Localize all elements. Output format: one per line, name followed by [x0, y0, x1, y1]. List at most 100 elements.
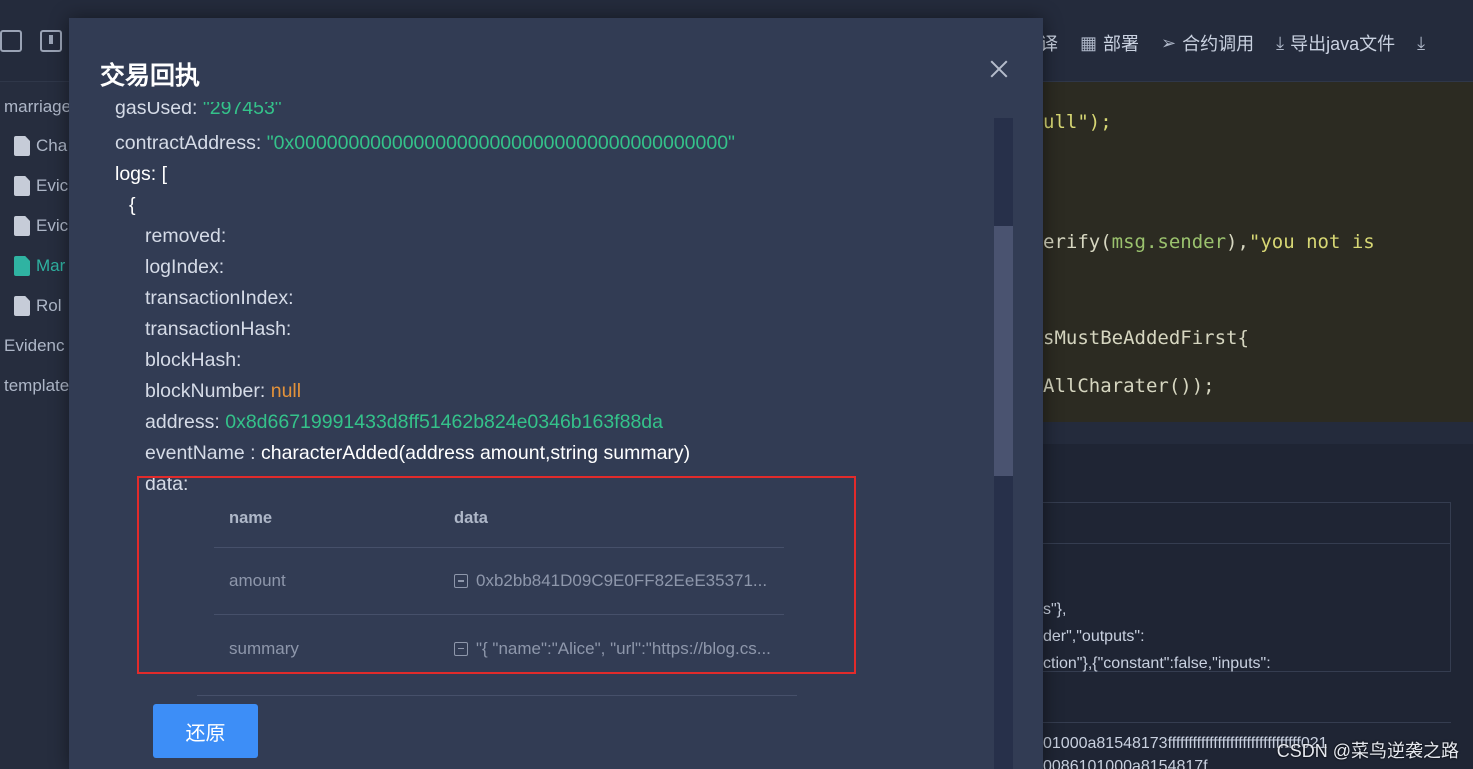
file-icon	[14, 176, 30, 196]
code-token: AllCharater());	[1043, 375, 1215, 397]
grid-icon: ▦	[1080, 32, 1098, 53]
code-line: erify(msg.sender),"you not is	[1043, 231, 1375, 253]
code-token: erify(	[1043, 231, 1112, 253]
log-block-hash: blockHash:	[145, 349, 242, 371]
code-token: sMustBeAddedFirst{	[1043, 327, 1249, 349]
sidebar-item-label: marriage	[4, 97, 70, 116]
download-icon: ⤓	[1276, 32, 1285, 53]
file-icon	[14, 136, 30, 156]
scrollbar-thumb[interactable]	[994, 226, 1013, 476]
contract-call-button-label: 合约调用	[1182, 34, 1255, 54]
action-toolbar: 译 ▦ 部署 ➢ 合约调用 ⤓ 导出java文件 ⤓	[1040, 30, 1425, 56]
table-header-data: data	[454, 509, 488, 527]
log-block-number: blockNumber: null	[145, 379, 301, 403]
table-bottom-divider	[197, 695, 797, 696]
receipt-logs: logs: [	[115, 163, 168, 185]
sidebar-folder-marriage[interactable]: marriage	[4, 92, 70, 122]
field-value: "0x0000000000000000000000000000000000000…	[266, 132, 735, 154]
field-label: eventName :	[145, 442, 261, 464]
field-value: 0x8d66719991433d8ff51462b824e0346b163f88…	[225, 411, 663, 433]
cell-value: "{ "name":"Alice", "url":"https://blog.c…	[476, 638, 771, 658]
sidebar-file-mar[interactable]: Mar	[14, 251, 65, 281]
file-icon	[14, 296, 30, 316]
sidebar-file-evic-1[interactable]: Evic	[14, 171, 68, 201]
table-cell-data: "{ "name":"Alice", "url":"https://blog.c…	[454, 615, 784, 682]
download-icon: ⤓	[1417, 32, 1426, 53]
sidebar-item-label: Rol	[36, 296, 62, 315]
field-label: gasUsed:	[115, 102, 203, 119]
export-java-button[interactable]: ⤓ 导出java文件	[1276, 30, 1395, 56]
code-token: msg.sender	[1111, 231, 1227, 253]
field-value: null	[270, 380, 302, 402]
field-label: blockNumber:	[145, 380, 271, 402]
sidebar-item-label: Mar	[36, 256, 66, 275]
code-token: ),	[1226, 231, 1249, 253]
field-label: contractAddress:	[115, 132, 267, 154]
left-toolbar-icons	[0, 30, 62, 52]
event-data-highlight: name data amount 0xb2bb841D09C9E0FF82EeE…	[137, 476, 856, 674]
receipt-scroll-area[interactable]: gasUsed: "297453" contractAddress: "0x00…	[69, 102, 1043, 769]
dialog-title: 交易回执	[100, 62, 201, 90]
output-panel-box	[1043, 502, 1451, 672]
editor-divider	[1043, 422, 1473, 444]
sidebar-file-cha[interactable]: Cha	[14, 131, 67, 161]
upload-icon[interactable]	[40, 30, 62, 52]
field-label: address:	[145, 411, 226, 433]
new-file-icon[interactable]	[0, 30, 22, 52]
log-transaction-hash: transactionHash:	[145, 318, 292, 340]
output-text: ction"},{"constant":false,"inputs":	[1043, 655, 1271, 672]
table-cell-name: amount	[229, 571, 286, 590]
sidebar-file-rol[interactable]: Rol	[14, 291, 62, 321]
copy-icon[interactable]	[454, 641, 468, 656]
code-line: AllCharater());	[1043, 375, 1215, 397]
table-header-name: name	[229, 509, 273, 527]
receipt-gas-used: gasUsed: "297453"	[115, 102, 282, 120]
field-value: characterAdded(address amount,string sum…	[260, 442, 691, 464]
watermark: CSDN @菜鸟逆袭之路	[1276, 741, 1459, 761]
close-icon[interactable]	[988, 58, 1010, 80]
sidebar-item-label: Cha	[36, 136, 68, 155]
sidebar-folder-evidence[interactable]: Evidenc	[4, 331, 64, 361]
file-icon	[14, 256, 30, 276]
sidebar-item-label: Evic	[36, 216, 69, 235]
code-token: "you not is	[1248, 231, 1375, 253]
sidebar-item-label: Evic	[36, 176, 69, 195]
table-cell-name: summary	[229, 638, 299, 658]
log-open-brace: {	[129, 194, 136, 216]
deploy-button-label: 部署	[1103, 34, 1140, 54]
code-token: ull");	[1043, 111, 1112, 133]
send-icon: ➢	[1161, 32, 1177, 53]
file-icon	[14, 216, 30, 236]
copy-icon[interactable]	[454, 574, 468, 588]
more-download-button[interactable]: ⤓	[1417, 33, 1425, 54]
divider	[1043, 722, 1451, 723]
sidebar-file-evic-2[interactable]: Evic	[14, 211, 68, 241]
receipt-contract-address: contractAddress: "0x00000000000000000000…	[115, 131, 735, 155]
transaction-receipt-dialog: 交易回执 gasUsed: "297453" contractAddress: …	[69, 18, 1043, 769]
table-header-row: name data	[214, 490, 784, 548]
output-panel: s"}, der","outputs": ction"},{"constant"…	[1043, 444, 1473, 769]
contract-call-button[interactable]: ➢ 合约调用	[1161, 30, 1254, 56]
table-row: summary "{ "name":"Alice", "url":"https:…	[214, 615, 784, 682]
table-row: amount 0xb2bb841D09C9E0FF82EeE35371...	[214, 548, 784, 615]
output-text: s"},	[1043, 601, 1067, 618]
field-value: "297453"	[202, 102, 282, 119]
log-event-name: eventName : characterAdded(address amoun…	[145, 441, 690, 465]
file-tree-sidebar: marriage Cha Evic Evic Mar Rol Evidenc t…	[0, 82, 70, 769]
code-line: ull");	[1043, 111, 1112, 133]
code-editor[interactable]: ull"); erify(msg.sender),"you not is sMu…	[1043, 82, 1473, 422]
log-log-index: logIndex:	[145, 256, 225, 278]
table-cell-data: 0xb2bb841D09C9E0FF82EeE35371...	[454, 548, 784, 614]
sidebar-item-label: Evidenc	[4, 336, 65, 355]
cell-value: 0xb2bb841D09C9E0FF82EeE35371...	[476, 571, 768, 590]
deploy-button[interactable]: ▦ 部署	[1080, 30, 1139, 56]
sidebar-folder-template[interactable]: template	[4, 371, 69, 401]
log-transaction-index: transactionIndex:	[145, 287, 294, 309]
event-data-table: name data amount 0xb2bb841D09C9E0FF82EeE…	[214, 490, 784, 682]
restore-button[interactable]: 还原	[153, 704, 258, 758]
log-address: address: 0x8d66719991433d8ff51462b824e03…	[145, 410, 663, 434]
code-line: sMustBeAddedFirst{	[1043, 327, 1249, 349]
export-java-button-label: 导出java文件	[1290, 34, 1396, 54]
output-text: 0086101000a8154817f	[1043, 758, 1208, 769]
output-text: der","outputs":	[1043, 628, 1145, 645]
